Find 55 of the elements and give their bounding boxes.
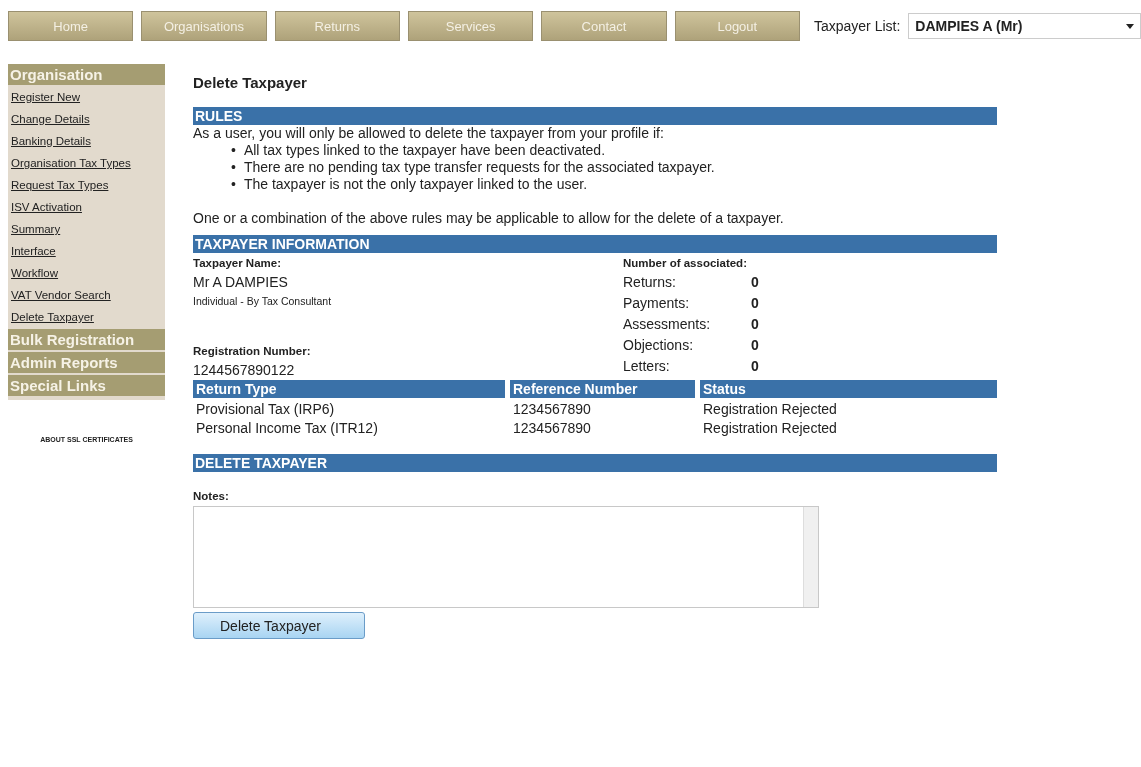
- rules-intro: As a user, you will only be allowed to delete the taxpayer from your profile if:: [193, 125, 665, 142]
- count-value: 0: [751, 295, 760, 311]
- bullet: •: [231, 142, 236, 159]
- sidebar-link[interactable]: Workflow: [8, 263, 165, 283]
- column-header: Return Type: [193, 380, 505, 398]
- rule-item: There are no pending tax type transfer requests for the associated taxpayer.: [243, 159, 715, 176]
- field-label: Notes:: [193, 490, 230, 502]
- taxpayer-list-label: Taxpayer List:: [813, 18, 901, 34]
- count-label: Objections:: [623, 337, 695, 353]
- sidebar-link[interactable]: Summary: [8, 219, 165, 239]
- bullet: •: [231, 159, 236, 176]
- sidebar-link[interactable]: Delete Taxpayer: [8, 307, 165, 327]
- count-label: Returns:: [623, 274, 677, 290]
- rules-note: One or a combination of the above rules may be applicable to allow for the delete of a taxpayer.: [193, 210, 785, 227]
- notes-field[interactable]: [193, 506, 819, 608]
- table-cell-text: 1234567890: [512, 419, 592, 436]
- rule-item: The taxpayer is not the only taxpayer linked to the user.: [243, 176, 588, 193]
- taxpayer-type: Individual - By Tax Consultant: [193, 295, 333, 307]
- table-cell-text: Personal Income Tax (ITR12): [195, 419, 379, 436]
- section-header: RULES: [193, 107, 997, 125]
- count-value: 0: [751, 337, 760, 353]
- sidebar-link[interactable]: Organisation Tax Types: [8, 153, 165, 173]
- registration-number: 1244567890122: [193, 362, 296, 378]
- table-cell-text: Registration Rejected: [702, 419, 838, 436]
- dropdown-icon: [1126, 23, 1134, 29]
- count-label: Payments:: [623, 295, 691, 311]
- field-label: Number of associated:: [623, 257, 748, 269]
- bullet: •: [231, 176, 236, 193]
- field-label: Taxpayer Name:: [193, 257, 282, 269]
- count-label: Letters:: [623, 358, 671, 374]
- sidebar-link[interactable]: Interface: [8, 241, 165, 261]
- count-label: Assessments:: [623, 316, 712, 332]
- taxpayer-select[interactable]: DAMPIES A (Mr): [908, 13, 1141, 39]
- sidebar-link[interactable]: Banking Details: [8, 131, 165, 151]
- sidebar-link[interactable]: Change Details: [8, 109, 165, 129]
- column-header: Reference Number: [510, 380, 695, 398]
- sidebar-link[interactable]: ISV Activation: [8, 197, 165, 217]
- table-cell-text: 1234567890: [512, 400, 592, 417]
- taxpayer-name: Mr A DAMPIES: [193, 274, 289, 290]
- table-cell-text: Registration Rejected: [702, 400, 838, 417]
- section-header: TAXPAYER INFORMATION: [193, 235, 997, 253]
- sidebar-link[interactable]: Request Tax Types: [8, 175, 165, 195]
- count-value: 0: [751, 316, 760, 332]
- sidebar-link[interactable]: Register New: [8, 87, 165, 107]
- rule-item: All tax types linked to the taxpayer have been deactivated.: [243, 142, 606, 159]
- delete-taxpayer-button[interactable]: Delete Taxpayer: [193, 612, 365, 639]
- table-cell-text: Provisional Tax (IRP6): [195, 400, 336, 417]
- page-title: Delete Taxpayer: [193, 74, 308, 91]
- scrollbar[interactable]: [803, 507, 818, 607]
- section-header: DELETE TAXPAYER: [193, 454, 997, 472]
- sidebar-link[interactable]: VAT Vendor Search: [8, 285, 165, 305]
- column-header: Status: [700, 380, 997, 398]
- count-value: 0: [751, 274, 760, 290]
- field-label: Registration Number:: [193, 345, 312, 357]
- count-value: 0: [751, 358, 760, 374]
